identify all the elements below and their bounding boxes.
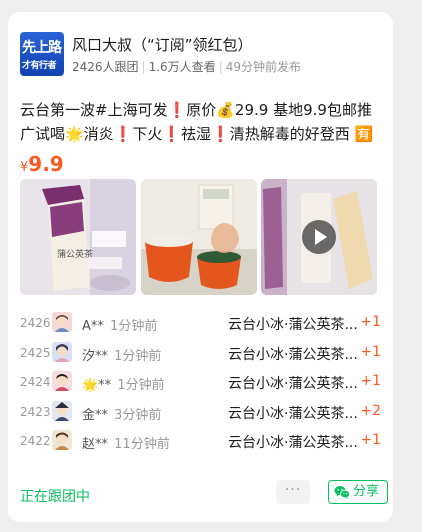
card-footer: 正在跟团中 ··· 分享 — [20, 480, 388, 508]
order-row[interactable]: 2426 A** 1分钟前 云台小冰·蒲公英茶... +1 — [20, 310, 385, 340]
order-row[interactable]: 2423 金** 3分钟前 云台小冰·蒲公英茶... +2 — [20, 399, 385, 429]
image-tea-cups[interactable] — [141, 179, 257, 295]
user-name: 🌟** — [82, 378, 112, 393]
more-button[interactable]: ··· — [276, 480, 310, 504]
order-product: 云台小冰·蒲公英茶... — [228, 317, 358, 333]
order-rank: 2423 — [20, 404, 51, 419]
order-time: 1分钟前 — [117, 378, 165, 393]
meta-divider: | — [141, 60, 146, 74]
meta-divider: | — [218, 60, 223, 74]
wechat-icon — [334, 486, 350, 499]
order-rank: 2425 — [20, 345, 51, 360]
group-buy-card[interactable]: 先上路 才有行者 风口大叔（“订阅”领红包） 2426人跟团 | 1.6万人查看 | 4… — [8, 12, 393, 522]
logo-text-bottom: 才有行者 — [22, 61, 57, 71]
publish-time: 49分钟前发布 — [225, 60, 302, 74]
order-rank: 2426 — [20, 316, 51, 330]
order-row[interactable]: 2422 赵** 11分钟前 云台小冰·蒲公英茶... +1 — [20, 428, 385, 458]
tea-bag-product-icon: 蒲公英茶 — [20, 179, 136, 295]
order-time: 1分钟前 — [114, 348, 162, 364]
order-quantity: +2 — [360, 402, 381, 419]
order-row[interactable]: 2425 汐** 1分钟前 云台小冰·蒲公英茶... +1 — [20, 340, 385, 370]
views-count: 1.6万人查看 — [148, 60, 216, 74]
share-button[interactable]: 分享 — [328, 480, 388, 504]
order-quantity: +1 — [360, 432, 381, 448]
order-product: 云台小冰·蒲公英茶... — [228, 435, 358, 451]
tea-cups-icon — [141, 179, 257, 295]
order-quantity: +1 — [360, 314, 381, 330]
order-time: 3分钟前 — [114, 407, 162, 423]
order-rank: 2422 — [20, 434, 51, 448]
author-avatar[interactable]: 先上路 才有行者 — [20, 32, 64, 76]
post-header: 先上路 才有行者 风口大叔（“订阅”领红包） 2426人跟团 | 1.6万人查看 | 4… — [20, 32, 380, 78]
user-avatar — [52, 430, 72, 450]
order-user: 🌟** 1分钟前 — [82, 374, 165, 393]
user-name: 汐** — [82, 348, 109, 364]
post-title[interactable]: 云台第一波#上海可发❗原价💰29.9 基地9.9包邮推广试喝🌟消炎❗下火❗祛湿❗… — [20, 98, 385, 146]
price-value: 9.9 — [28, 152, 64, 176]
user-avatar — [52, 400, 72, 421]
user-name: 赵** — [82, 437, 109, 452]
order-product: 云台小冰·蒲公英茶... — [228, 346, 358, 363]
order-user: 汐** 1分钟前 — [82, 345, 161, 364]
order-quantity: +1 — [360, 343, 381, 360]
following-status[interactable]: 正在跟团中 — [20, 486, 90, 506]
post-meta: 2426人跟团 | 1.6万人查看 | 49分钟前发布 — [72, 58, 301, 75]
author-name[interactable]: 风口大叔（“订阅”领红包） — [72, 34, 253, 55]
share-label: 分享 — [353, 484, 380, 499]
logo-text-top: 先上路 — [22, 40, 62, 56]
order-time: 1分钟前 — [110, 319, 158, 334]
image-tea-bag-product[interactable]: 蒲公英茶 — [20, 179, 136, 295]
svg-text:蒲公英茶: 蒲公英茶 — [57, 248, 93, 260]
user-avatar — [52, 371, 72, 391]
user-name: A** — [82, 319, 104, 334]
followers-count: 2426人跟团 — [72, 60, 139, 74]
image-gallery: 蒲公英茶 — [20, 179, 385, 295]
order-time: 11分钟前 — [114, 437, 170, 452]
order-rank: 2424 — [20, 375, 51, 389]
price: ¥9.9 — [20, 152, 64, 176]
order-user: A** 1分钟前 — [82, 315, 157, 334]
order-list: 2426 A** 1分钟前 云台小冰·蒲公英茶... +1 2425 汐** 1… — [20, 310, 385, 458]
order-product: 云台小冰·蒲公英茶... — [228, 405, 358, 422]
order-user: 金** 3分钟前 — [82, 404, 161, 423]
user-avatar — [52, 341, 72, 362]
order-quantity: +1 — [360, 373, 381, 389]
order-product: 云台小冰·蒲公英茶... — [228, 376, 358, 392]
video-thumbnail[interactable] — [261, 179, 377, 295]
order-user: 赵** 11分钟前 — [82, 433, 170, 452]
play-icon[interactable] — [302, 220, 336, 254]
user-name: 金** — [82, 407, 109, 423]
order-row[interactable]: 2424 🌟** 1分钟前 云台小冰·蒲公英茶... +1 — [20, 369, 385, 399]
user-avatar — [52, 312, 72, 332]
